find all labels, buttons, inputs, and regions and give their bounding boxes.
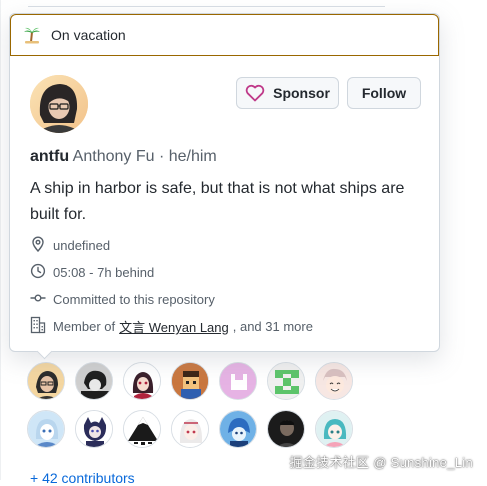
member-suffix: , and 31 more [232, 319, 313, 334]
location-icon [30, 236, 53, 255]
member-prefix: Member of [53, 319, 116, 334]
sponsor-label: Sponsor [273, 85, 330, 101]
contributors-row-1 [27, 362, 363, 400]
contributors-row-2 [27, 410, 363, 448]
location-text: undefined [53, 238, 111, 253]
contributor-avatar[interactable] [315, 362, 353, 400]
commit-text: Committed to this repository [53, 292, 215, 307]
contributor-avatar[interactable] [27, 362, 65, 400]
organization-icon [30, 316, 53, 337]
name-line: antfu Anthony Fu · he/him [30, 148, 217, 166]
contributor-avatar[interactable] [123, 362, 161, 400]
sponsor-button[interactable]: Sponsor [236, 77, 339, 109]
contributor-avatar[interactable] [315, 410, 353, 448]
user-login-link[interactable]: antfu [30, 148, 69, 165]
watermark: 掘金技术社区 @ Sunshine_Lin [289, 455, 473, 470]
location-row: undefined [30, 236, 110, 255]
contributor-avatar[interactable] [75, 362, 113, 400]
contributor-avatar[interactable] [75, 410, 113, 448]
user-avatar[interactable] [30, 75, 88, 133]
background-divider [28, 6, 385, 7]
contributor-avatar[interactable] [267, 362, 305, 400]
commit-row: Committed to this repository [30, 290, 215, 309]
contributor-avatar[interactable] [123, 410, 161, 448]
clock-icon [30, 263, 53, 282]
local-time-row: 05:08 - 7h behind [30, 263, 154, 282]
local-time-text: 05:08 - 7h behind [53, 265, 155, 280]
contributor-avatar[interactable] [27, 410, 65, 448]
follow-label: Follow [361, 85, 407, 101]
contributor-avatar[interactable] [171, 410, 209, 448]
status-bar: On vacation [10, 14, 439, 56]
organization-row: Member of 文言 Wenyan Lang , and 31 more [30, 316, 313, 337]
user-full-name: Anthony Fu · he/him [72, 148, 217, 165]
user-bio: A ship in harbor is safe, but that is no… [30, 180, 405, 223]
contributor-avatar[interactable] [219, 410, 257, 448]
contributor-avatar[interactable] [267, 410, 305, 448]
organization-link[interactable]: 文言 Wenyan Lang [119, 317, 229, 336]
follow-button[interactable]: Follow [347, 77, 421, 109]
more-contributors-link[interactable]: + 42 contributors [30, 470, 135, 486]
left-edge-line [0, 0, 1, 480]
contributor-avatar[interactable] [219, 362, 257, 400]
contributor-avatar[interactable] [171, 362, 209, 400]
palm-tree-icon [23, 26, 41, 44]
status-text: On vacation [51, 27, 126, 43]
heart-icon [245, 84, 265, 102]
user-hovercard: On vacation Sponsor Follow antfu Anthony… [9, 13, 440, 352]
git-commit-icon [30, 290, 53, 309]
